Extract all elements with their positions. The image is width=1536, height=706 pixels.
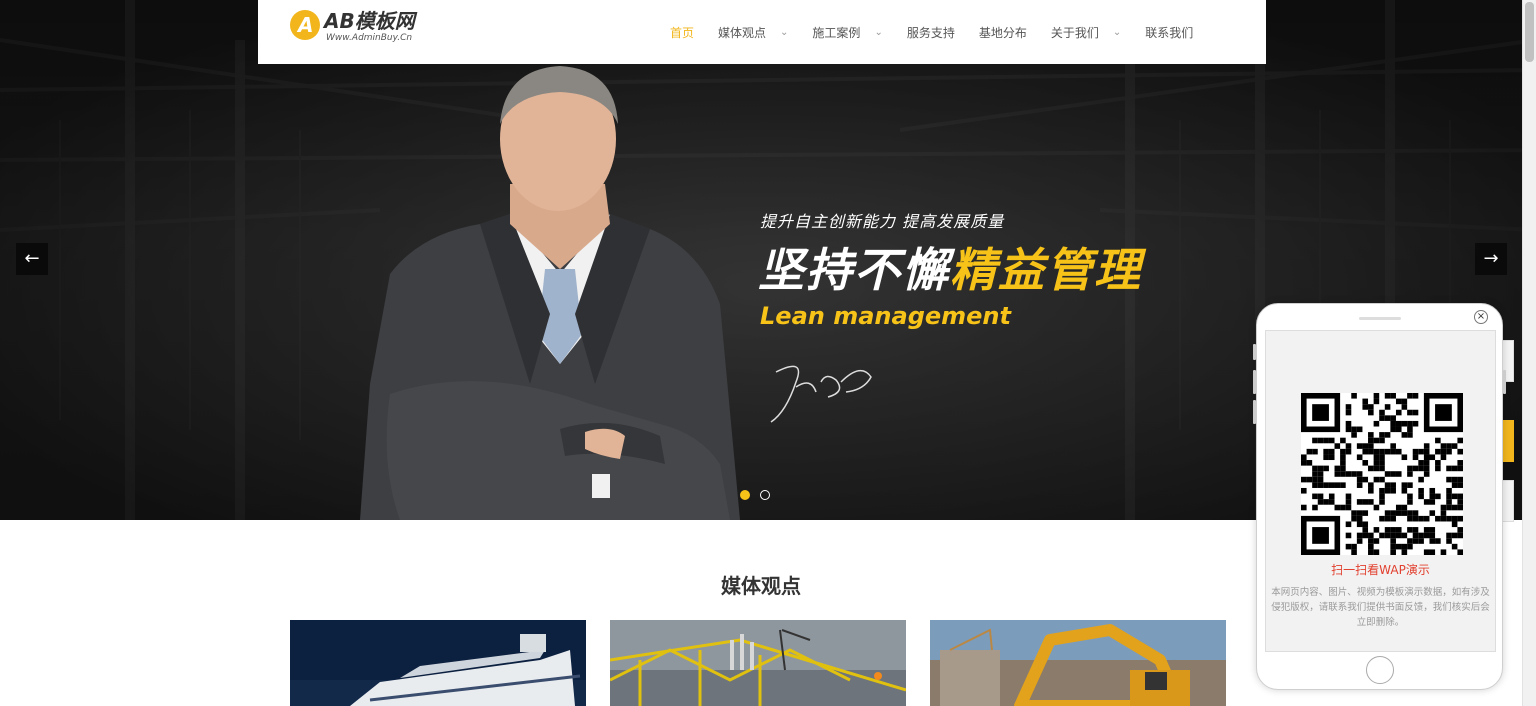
nav-item-cases[interactable]: 施工案例 ⌄ xyxy=(800,24,894,41)
media-cards xyxy=(290,620,1226,706)
qr-code-image xyxy=(1301,393,1463,555)
phone-screen: 扫一扫看WAP演示 本网页内容、图片、视频为模板演示数据，如有涉及侵犯版权，请联… xyxy=(1265,330,1496,652)
chevron-down-icon: ⌄ xyxy=(1112,26,1122,38)
excavator-image xyxy=(930,620,1226,706)
nav-item-support[interactable]: 服务支持 xyxy=(895,24,967,41)
site-logo[interactable]: A AB模板网 Www.AdminBuy.Cn xyxy=(290,9,430,45)
slider-pagination xyxy=(740,490,770,500)
chevron-down-icon: ⌄ xyxy=(874,26,883,38)
nav-item-label: 关于我们 xyxy=(1050,25,1099,40)
slider-dot-1[interactable] xyxy=(740,490,750,500)
site-header: A AB模板网 Www.AdminBuy.Cn 首页 媒体观点 ⌄ 施工案例 ⌄… xyxy=(258,0,1266,64)
page-scrollbar[interactable] xyxy=(1522,0,1536,706)
hero-tagline: 提升自主创新能力 提高发展质量 xyxy=(760,212,1005,231)
nav-item-label: 基地分布 xyxy=(978,25,1027,40)
nav-item-about[interactable]: 关于我们 ⌄ xyxy=(1039,24,1133,41)
logo-subtitle: Www.AdminBuy.Cn xyxy=(326,33,413,43)
slider-prev-button[interactable]: ← xyxy=(16,243,48,275)
hero-headline-highlight: 精益管理 xyxy=(950,243,1142,297)
close-icon[interactable]: × xyxy=(1474,310,1488,324)
nav-item-home[interactable]: 首页 xyxy=(658,24,706,41)
logo-title: AB模板网 xyxy=(324,9,415,33)
phone-home-button[interactable] xyxy=(1366,656,1394,684)
qr-caption: 扫一扫看WAP演示 xyxy=(1331,563,1430,577)
cruise-ship-image xyxy=(290,620,586,706)
media-card-cruise-ship[interactable] xyxy=(290,620,586,706)
chevron-down-icon: ⌄ xyxy=(780,26,789,38)
slider-next-button[interactable]: → xyxy=(1475,243,1507,275)
oil-platform-image xyxy=(610,620,906,706)
nav-item-bases[interactable]: 基地分布 xyxy=(967,24,1039,41)
phone-speaker xyxy=(1359,317,1401,320)
nav-item-label: 媒体观点 xyxy=(718,25,767,40)
nav-item-label: 首页 xyxy=(670,25,695,40)
businessman-image xyxy=(360,66,740,520)
nav-item-label: 施工案例 xyxy=(812,25,861,40)
media-card-excavator[interactable] xyxy=(930,620,1226,706)
hero-english-subtitle: Lean management xyxy=(760,302,1011,330)
scrollbar-thumb[interactable] xyxy=(1525,2,1534,62)
main-nav: 首页 媒体观点 ⌄ 施工案例 ⌄ 服务支持 基地分布 关于我们 ⌄ 联系我们 xyxy=(658,0,1205,64)
media-card-oil-platform[interactable] xyxy=(610,620,906,706)
qr-disclaimer: 本网页内容、图片、视频为模板演示数据，如有涉及侵犯版权，请联系我们提供书面反馈，… xyxy=(1271,587,1490,628)
nav-item-media[interactable]: 媒体观点 ⌄ xyxy=(706,24,800,41)
slider-dot-2[interactable] xyxy=(760,490,770,500)
nav-item-label: 联系我们 xyxy=(1145,25,1194,40)
signature-graphic xyxy=(770,365,872,423)
hero-headline-white: 坚持不懈 xyxy=(758,243,950,297)
logo-mark-icon: A xyxy=(290,10,320,40)
nav-item-label: 服务支持 xyxy=(906,25,955,40)
qr-code-popup: × 扫一扫看WAP演示 本网页内容、图片、视频为模板演示数据，如有涉及侵犯版权，… xyxy=(1253,303,1506,690)
nav-item-contact[interactable]: 联系我们 xyxy=(1133,24,1205,41)
hero-headline: 坚持不懈精益管理 xyxy=(758,240,1142,300)
